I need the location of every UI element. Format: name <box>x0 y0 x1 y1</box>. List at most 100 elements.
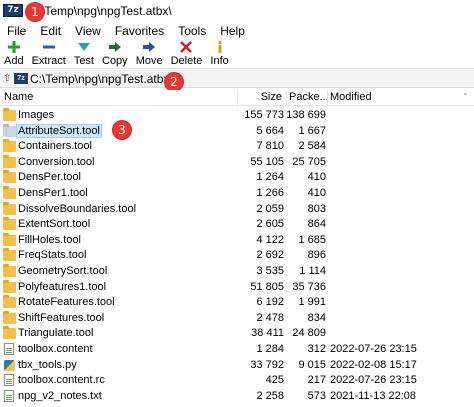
list-item[interactable]: DissolveBoundaries.tool 2 059 803 <box>0 201 474 218</box>
callout-marker-3: 3 <box>113 121 131 139</box>
list-item[interactable]: toolbox.content 1 284 312 2022-07-26 23:15 <box>0 342 474 358</box>
folder-icon <box>3 263 16 277</box>
list-item[interactable]: FillHoles.tool 4 122 1 685 <box>0 232 474 249</box>
window-title: C:\Temp\npg\npgTest.atbx\ <box>29 4 172 18</box>
file-name: ShiftFeatures.tool <box>18 311 105 324</box>
column-packed[interactable]: Packe... <box>289 91 329 103</box>
file-name: toolbox.content.rc <box>18 374 105 387</box>
file-packed: 217 <box>307 374 326 387</box>
callout-marker-1: 1 <box>26 3 44 21</box>
test-icon <box>77 40 91 53</box>
column-modified[interactable]: Modified <box>330 91 372 103</box>
folder-icon <box>3 217 16 231</box>
add-icon <box>7 40 21 53</box>
list-item[interactable]: Images 155 773 138 699 <box>0 108 474 124</box>
column-name[interactable]: Name <box>4 91 33 103</box>
list-item[interactable]: tbx_tools.py 33 792 9 015 2022-02-08 15:17 <box>0 358 474 374</box>
list-item[interactable]: RotateFeatures.tool 6 192 1 991 <box>0 295 474 311</box>
file-name: ExtentSort.tool <box>18 218 91 231</box>
text-file-icon <box>4 342 14 355</box>
file-modified: 2022-02-08 15:17 <box>330 358 417 371</box>
column-divider[interactable] <box>237 90 238 106</box>
menu-file[interactable]: File <box>0 23 33 40</box>
column-divider[interactable] <box>286 90 287 106</box>
move-button[interactable]: Move <box>132 40 167 68</box>
file-modified: 2021-11-13 22:08 <box>330 389 417 402</box>
copy-icon <box>108 40 122 53</box>
file-list: Images 155 773 138 699 AttributeSort.tool 5… <box>0 108 474 404</box>
list-item[interactable]: Polyfeatures1.tool 51 805 35 736 <box>0 279 474 296</box>
callout-marker-2: 2 <box>165 73 183 91</box>
file-name: DensPer1.tool <box>18 186 88 199</box>
test-label: Test <box>73 55 94 67</box>
file-name: npg_v2_notes.txt <box>18 389 102 402</box>
list-item[interactable]: ShiftFeatures.tool 2 478 834 <box>0 310 474 327</box>
list-item[interactable]: ExtentSort.tool 2 605 864 <box>0 217 474 233</box>
menu-help[interactable]: Help <box>213 23 252 40</box>
file-size: 33 792 <box>250 358 284 371</box>
address-bar[interactable]: ⇧ 7z C:\Temp\npg\npgTest.atbx\ <box>0 70 474 88</box>
file-size: 4 122 <box>256 233 284 246</box>
folder-icon <box>3 248 16 262</box>
delete-button[interactable]: Delete <box>167 40 207 68</box>
info-button[interactable]: Info <box>206 40 232 68</box>
file-packed: 803 <box>307 202 326 215</box>
file-size: 2 605 <box>256 218 284 231</box>
file-size: 2 059 <box>256 202 284 215</box>
add-button[interactable]: Add <box>0 40 28 68</box>
menu-favorites[interactable]: Favorites <box>108 23 171 40</box>
menu-edit[interactable]: Edit <box>33 23 68 40</box>
folder-icon <box>3 326 16 340</box>
add-label: Add <box>4 55 24 67</box>
file-name: Images <box>18 109 55 121</box>
column-size[interactable]: Size <box>256 91 282 103</box>
file-size: 425 <box>265 374 284 387</box>
address-path[interactable]: C:\Temp\npg\npgTest.atbx\ <box>30 72 173 86</box>
file-size: 38 411 <box>251 327 284 340</box>
file-size: 2 478 <box>256 311 284 324</box>
folder-icon <box>3 123 16 137</box>
title-bar: 7z C:\Temp\npg\npgTest.atbx\ <box>0 0 474 22</box>
menu-bar: File Edit View Favorites Tools Help <box>0 23 474 40</box>
test-button[interactable]: Test <box>70 40 98 68</box>
file-name: DissolveBoundaries.tool <box>18 202 137 215</box>
file-packed: 896 <box>307 249 326 262</box>
list-item[interactable]: Containers.tool 7 810 2 584 <box>0 139 474 155</box>
list-item[interactable]: Conversion.tool 55 105 25 705 <box>0 154 474 171</box>
app-icon: 7z <box>3 4 23 17</box>
delete-label: Delete <box>170 55 203 67</box>
extract-label: Extract <box>31 55 66 67</box>
file-packed: 410 <box>307 171 326 184</box>
file-size: 55 105 <box>250 155 284 168</box>
list-item[interactable]: Triangulate.tool 38 411 24 809 <box>0 326 474 342</box>
file-packed: 410 <box>307 186 326 199</box>
list-item[interactable]: toolbox.content.rc 425 217 2022-07-26 23:15 <box>0 373 474 389</box>
column-divider[interactable] <box>327 90 328 106</box>
extract-button[interactable]: Extract <box>28 40 70 68</box>
up-folder-icon[interactable]: ⇧ <box>3 73 11 84</box>
move-label: Move <box>135 55 163 67</box>
info-icon <box>213 40 227 53</box>
menu-view[interactable]: View <box>68 23 108 40</box>
file-packed: 1 667 <box>298 124 326 137</box>
list-item[interactable]: DensPer.tool 1 264 410 <box>0 170 474 186</box>
list-item[interactable]: npg_v2_notes.txt 2 258 573 2021-11-13 22:08 <box>0 389 474 405</box>
list-item[interactable]: AttributeSort.tool 5 664 1 667 <box>0 123 474 140</box>
folder-icon <box>3 154 16 168</box>
file-size: 1 264 <box>256 171 284 184</box>
copy-button[interactable]: Copy <box>98 40 132 68</box>
list-item[interactable]: DensPer1.tool 1 266 410 <box>0 185 474 202</box>
python-file-icon <box>4 359 15 371</box>
text-file-icon <box>4 374 14 387</box>
list-item[interactable]: FreqStats.tool 2 692 896 <box>0 248 474 264</box>
info-label: Info <box>210 55 229 67</box>
file-packed: 25 705 <box>292 155 326 168</box>
file-packed: 2 584 <box>298 140 326 153</box>
file-packed: 834 <box>307 311 326 324</box>
file-packed: 1 685 <box>298 233 326 246</box>
list-item[interactable]: GeometrySort.tool 3 535 1 114 <box>0 263 474 280</box>
menu-tools[interactable]: Tools <box>171 23 213 40</box>
file-size: 1 266 <box>256 186 284 199</box>
folder-icon <box>3 185 16 199</box>
text-file-icon <box>4 389 14 402</box>
